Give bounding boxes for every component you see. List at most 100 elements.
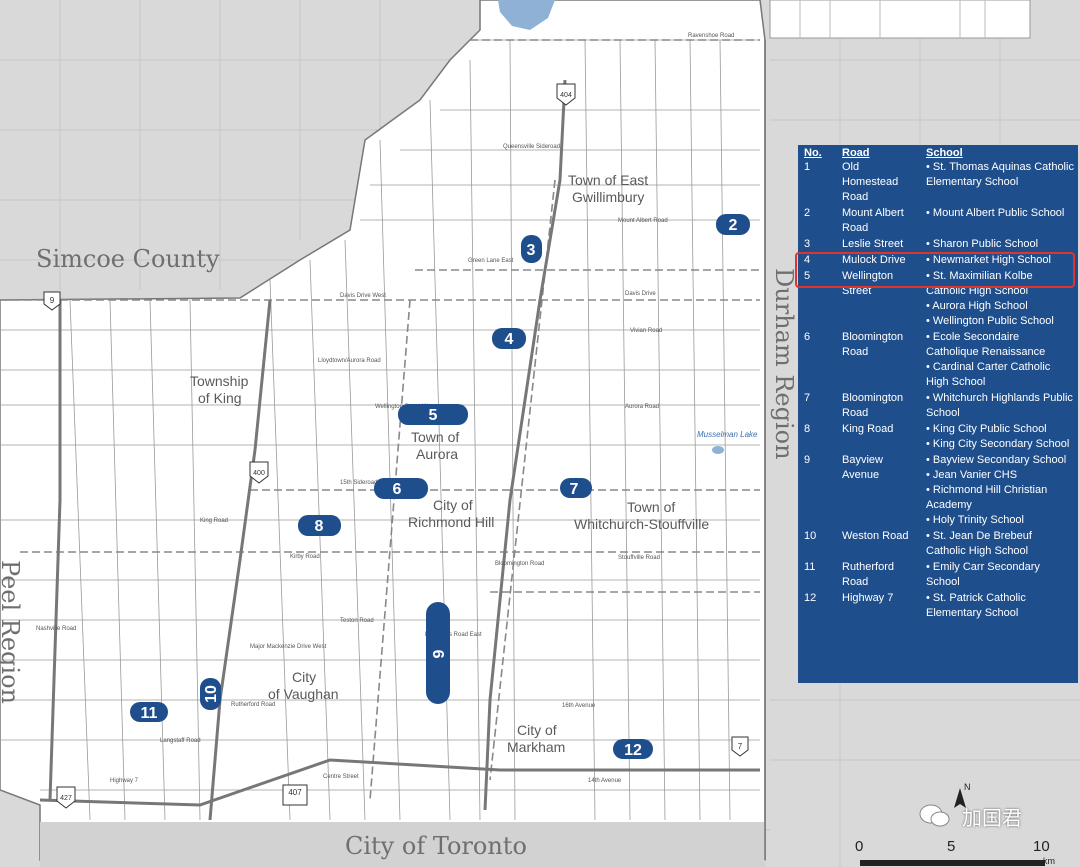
scale-unit: km (1043, 856, 1055, 866)
legend-row: 1 Old Homestead Road • St. Thomas Aquinas … (798, 159, 1078, 205)
legend-row-road: Weston Road (842, 530, 909, 542)
town-richmond-hill-line2: Richmond Hill (408, 514, 494, 530)
svg-text:8: 8 (315, 518, 324, 535)
legend-row-schools: • Bayview Secondary School • Jean Vanier … (920, 452, 1078, 528)
legend-row-road: Old Homestead Road (842, 161, 899, 203)
svg-text:3: 3 (527, 242, 536, 259)
musselman-lake-label: Musselman Lake (697, 430, 758, 439)
legend-header-road: Road (842, 147, 870, 159)
legend-row-no: 3 (804, 238, 811, 250)
street-centre: Centre Street (323, 774, 359, 780)
street-major-mackenzie: Major Mackenzie Drive West (250, 644, 327, 650)
musselman-lake (712, 446, 724, 454)
scale-tick-5: 5 (947, 838, 956, 855)
street-16th: 16th Avenue (562, 703, 596, 709)
legend-row-schools: • King City Public School • King City Sec… (920, 421, 1078, 452)
street-queensville: Queensville Sideroad (503, 144, 560, 150)
legend-school: • Richmond Hill Christian Academy (926, 484, 1048, 511)
legend-school: • St. Thomas Aquinas Catholic Elementary… (926, 161, 1074, 188)
town-whitchurch-line1: Town of (627, 499, 675, 515)
legend-grid: No. Road School 1 Old Homestead Road • St.… (798, 145, 1078, 621)
town-east-gwillimbury-line2: Gwillimbury (572, 189, 644, 205)
town-vaughan-line2: of Vaughan (268, 686, 339, 702)
legend-row-schools: • Whitchurch Highlands Public School (920, 390, 1078, 421)
street-highway7: Highway 7 (110, 778, 139, 784)
svg-text:11: 11 (141, 705, 158, 722)
simcoe-county-label: Simcoe County (36, 245, 220, 273)
street-davis: Davis Drive (625, 291, 656, 297)
marker-3[interactable]: 3 (521, 235, 542, 263)
svg-text:407: 407 (288, 788, 302, 797)
legend-row-schools: • St. Thomas Aquinas Catholic Elementary… (920, 159, 1078, 205)
legend-row-no: 11 (804, 561, 816, 573)
durham-region-label: Durham Region (770, 268, 798, 460)
legend-row-road: Mount Albert Road (842, 207, 904, 234)
svg-text:4: 4 (505, 331, 514, 348)
scale-bar: 0 5 10 km (855, 838, 1055, 867)
north-inset (769, 0, 1031, 39)
town-aurora-line2: Aurora (416, 446, 458, 462)
legend-school: • Cardinal Carter Catholic High School (926, 361, 1051, 388)
legend-body: 1 Old Homestead Road • St. Thomas Aquinas … (798, 159, 1078, 621)
street-rutherford: Rutherford Road (231, 702, 275, 708)
legend-school: • Jean Vanier CHS (926, 469, 1018, 481)
town-markham-line1: City of (517, 722, 557, 738)
marker-8[interactable]: 8 (298, 515, 341, 536)
legend-school: • Emily Carr Secondary School (926, 561, 1040, 588)
legend-row-no: 2 (804, 207, 811, 219)
svg-text:400: 400 (253, 470, 265, 477)
marker-4[interactable]: 4 (492, 328, 526, 349)
town-markham-line2: Markham (507, 739, 565, 755)
legend-row-road: King Road (842, 423, 894, 435)
town-aurora-line1: Town of (411, 429, 459, 445)
svg-text:9: 9 (431, 649, 448, 658)
svg-text:2: 2 (729, 217, 738, 234)
highlight-row-4 (795, 252, 1075, 288)
legend-row-no: 10 (804, 530, 817, 542)
legend-school: • St. Patrick Catholic Elementary School (926, 592, 1026, 619)
legend-row-road: Bayview Avenue (842, 454, 883, 481)
legend-row: 3 Leslie Street • Sharon Public School (798, 236, 1078, 252)
marker-12[interactable]: 12 (613, 739, 653, 759)
marker-2[interactable]: 2 (716, 214, 750, 235)
marker-11[interactable]: 11 (130, 702, 168, 722)
legend-row-schools: • St. Jean De Brebeuf Catholic High Scho… (920, 528, 1078, 559)
svg-text:10: 10 (203, 685, 220, 703)
svg-text:7: 7 (738, 742, 743, 751)
legend-school: • Bayview Secondary School (926, 454, 1067, 466)
svg-text:404: 404 (560, 92, 572, 99)
svg-text:N: N (964, 782, 971, 792)
legend-school: • King City Secondary School (926, 438, 1070, 450)
legend-row: 10 Weston Road • St. Jean De Brebeuf Catho… (798, 528, 1078, 559)
marker-5[interactable]: 5 (398, 404, 468, 425)
svg-text:5: 5 (429, 407, 438, 424)
svg-text:7: 7 (570, 481, 579, 498)
wechat-icon (919, 804, 950, 827)
town-vaughan-line1: City (292, 669, 316, 685)
legend-row: 12 Highway 7 • St. Patrick Catholic Elemen… (798, 590, 1078, 621)
marker-10[interactable]: 10 (200, 678, 221, 710)
legend-school: • King City Public School (926, 423, 1047, 435)
street-kirby: Kirby Road (290, 554, 320, 560)
marker-6[interactable]: 6 (374, 478, 428, 499)
legend-school: • St. Jean De Brebeuf Catholic High Scho… (926, 530, 1032, 557)
legend-row-no: 1 (804, 161, 811, 173)
legend-row-road: Bloomington Road (842, 331, 904, 358)
legend-row-road: Bloomington Road (842, 392, 904, 419)
legend-header-no: No. (804, 147, 822, 159)
svg-text:427: 427 (60, 795, 72, 802)
marker-9[interactable]: 9 (426, 602, 450, 704)
street-green-lane: Green Lane East (468, 258, 514, 264)
legend-row-no: 8 (804, 423, 811, 435)
legend-row: 2 Mount Albert Road • Mount Albert Public … (798, 205, 1078, 236)
town-whitchurch-line2: Whitchurch-Stouffville (574, 516, 709, 532)
legend-row-schools: • Emily Carr Secondary School (920, 559, 1078, 590)
legend-row-schools: • St. Patrick Catholic Elementary School (920, 590, 1078, 621)
scale-tick-0: 0 (855, 838, 864, 855)
legend-row: 6 Bloomington Road • Ecole Secondaire Cath… (798, 329, 1078, 390)
street-davis-west: Davis Drive West (340, 293, 386, 299)
marker-7[interactable]: 7 (560, 478, 592, 498)
legend-school: • Ecole Secondaire Catholique Renaissanc… (926, 331, 1046, 358)
street-bloomington: Bloomington Road (495, 561, 544, 567)
street-stouffville: Stouffville Road (618, 555, 660, 561)
